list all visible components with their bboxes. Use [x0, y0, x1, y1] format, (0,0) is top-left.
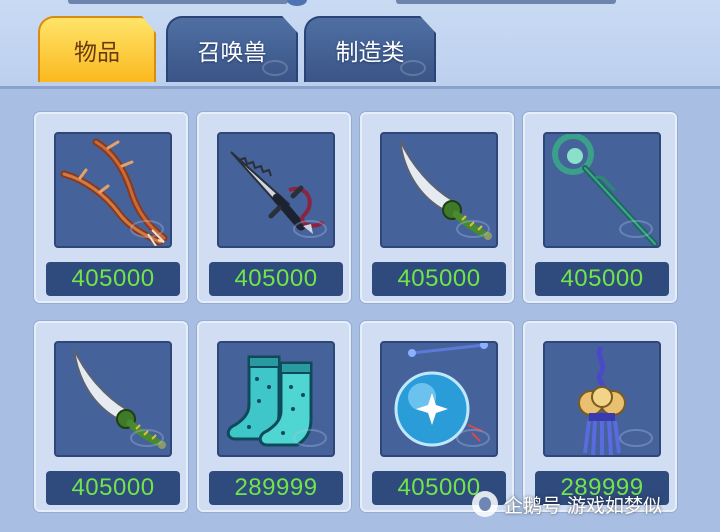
watermark: 企鹅号 游戏如梦似: [472, 486, 662, 522]
item-card[interactable]: 405000: [523, 112, 677, 303]
item-card[interactable]: 405000: [34, 112, 188, 303]
item-slot: [380, 341, 498, 457]
item-price: 405000: [372, 262, 506, 296]
top-indicator: [287, 0, 307, 6]
cloud-swirl-icon: [400, 60, 426, 76]
item-slot: [543, 132, 661, 248]
tab-label: 制造类: [335, 40, 405, 66]
item-price: 405000: [46, 262, 180, 296]
item-slot: [217, 132, 335, 248]
item-card[interactable]: 405000: [34, 321, 188, 512]
bell-tassel-icon: [578, 345, 626, 455]
item-price: 289999: [209, 471, 343, 505]
crystal-orb-icon: [394, 343, 488, 447]
serrated-sword-icon: [230, 151, 325, 234]
claw-weapon-icon: [60, 138, 168, 246]
item-price: 405000: [535, 262, 669, 296]
item-card[interactable]: 405000: [360, 321, 514, 512]
watermark-text: 企鹅号 游戏如梦似: [504, 494, 663, 517]
boots-icon: [226, 355, 313, 447]
tab-label: 物品: [74, 40, 120, 66]
item-card[interactable]: 405000: [360, 112, 514, 303]
jade-staff-icon: [552, 134, 658, 246]
tab-crafting[interactable]: 制造类: [304, 16, 436, 82]
tab-label: 召唤兽: [197, 40, 267, 66]
curved-blade-icon: [399, 139, 492, 240]
item-card[interactable]: 289999: [523, 321, 677, 512]
item-slot: [543, 341, 661, 457]
item-price: 405000: [46, 471, 180, 505]
top-strip-left: [68, 0, 288, 4]
tab-summoned-beasts[interactable]: 召唤兽: [166, 16, 298, 82]
item-card[interactable]: 405000: [197, 112, 351, 303]
item-slot: [54, 132, 172, 248]
item-price: 405000: [209, 262, 343, 296]
item-slot: [380, 132, 498, 248]
item-slot: [54, 341, 172, 457]
tab-items[interactable]: 物品: [38, 16, 156, 82]
item-card[interactable]: 289999: [197, 321, 351, 512]
top-strip-right: [396, 0, 616, 4]
item-slot: [217, 341, 335, 457]
curved-blade-icon: [73, 348, 166, 449]
penguin-logo-icon: [472, 491, 498, 517]
cloud-swirl-icon: [262, 60, 288, 76]
item-grid: 405000 405000 405000 405000 405000 28999…: [34, 112, 677, 512]
